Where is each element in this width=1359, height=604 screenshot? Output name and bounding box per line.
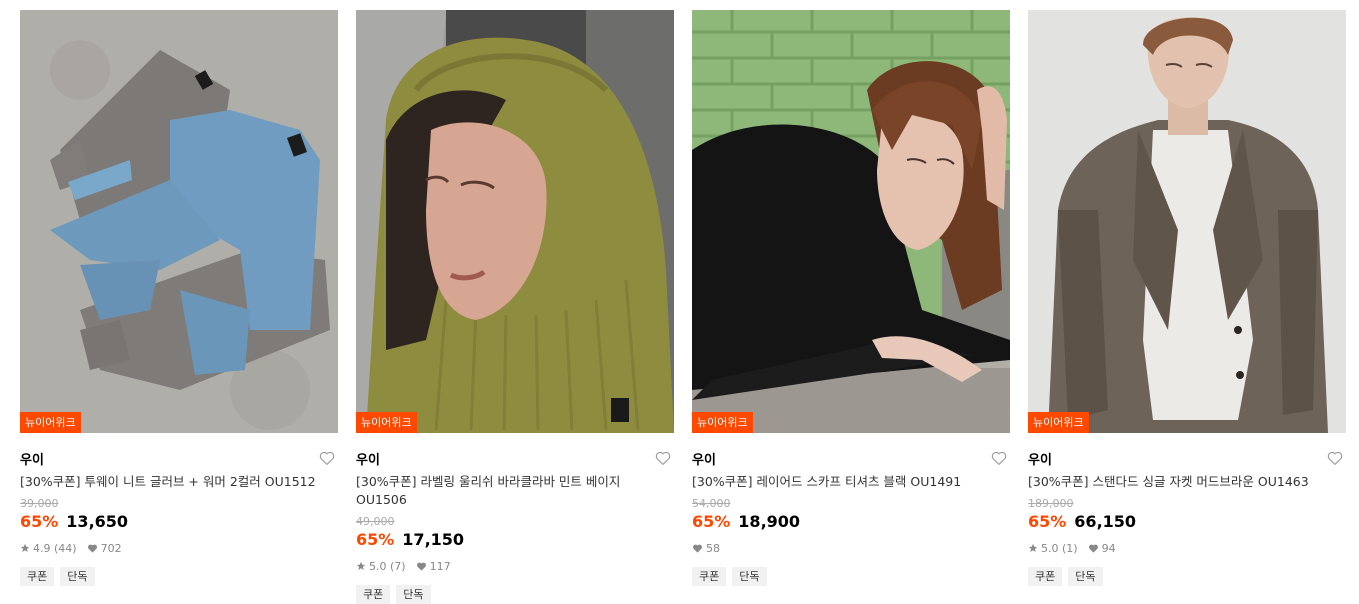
product-card[interactable]: 뉴이어위크 우이 [30%쿠폰] 라벨링 울리쉬 바라클라바 민트 베이지 OU… — [356, 10, 674, 604]
product-title[interactable]: [30%쿠폰] 스탠다드 싱글 자켓 머드브라운 OU1463 — [1028, 473, 1328, 491]
tag-exclusive: 단독 — [1068, 567, 1103, 586]
brand-row: 우이 — [356, 449, 674, 468]
discount-rate: 65% — [692, 512, 731, 531]
product-card[interactable]: 뉴이어위크 우이 [30%쿠폰] 스탠다드 싱글 자켓 머드브라운 OU1463… — [1028, 10, 1346, 604]
tag-coupon: 쿠폰 — [356, 585, 391, 604]
tag-exclusive: 단독 — [396, 585, 431, 604]
sale-price: 18,900 — [738, 512, 801, 531]
tag-exclusive: 단독 — [732, 567, 767, 586]
brand-row: 우이 — [692, 449, 1010, 468]
product-meta: 5.0 (7) 117 — [356, 559, 674, 573]
product-grid: 뉴이어위크 우이 [30%쿠폰] 투웨이 니트 글러브 + 워머 2컬러 OU1… — [20, 10, 1346, 604]
tag-exclusive: 단독 — [60, 567, 95, 586]
sale-price: 17,150 — [402, 530, 465, 549]
heart-outline-icon[interactable] — [318, 449, 336, 467]
sale-price: 66,150 — [1074, 512, 1137, 531]
price-row: 65% 13,650 — [20, 512, 338, 531]
product-title[interactable]: [30%쿠폰] 투웨이 니트 글러브 + 워머 2컬러 OU1512 — [20, 473, 320, 491]
discount-rate: 65% — [20, 512, 59, 531]
like-count: 94 — [1101, 541, 1116, 555]
like-count: 117 — [429, 559, 451, 573]
like-count: 58 — [706, 541, 720, 555]
price-row: 65% 17,150 — [356, 530, 674, 549]
product-image[interactable]: 뉴이어위크 — [692, 10, 1010, 433]
heart-outline-icon[interactable] — [654, 449, 672, 467]
like-count: 702 — [100, 541, 122, 555]
original-price: 189,000 — [1028, 497, 1074, 510]
star-icon — [1028, 543, 1038, 552]
brand-row: 우이 — [1028, 449, 1346, 468]
rating-text: 5.0 (1) — [1041, 541, 1078, 555]
rating-text: 4.9 (44) — [33, 541, 77, 555]
product-title[interactable]: [30%쿠폰] 라벨링 울리쉬 바라클라바 민트 베이지 OU1506 — [356, 473, 656, 509]
price-row: 65% 66,150 — [1028, 512, 1346, 531]
promo-badge: 뉴이어위크 — [356, 412, 417, 433]
promo-badge: 뉴이어위크 — [692, 412, 753, 433]
discount-rate: 65% — [1028, 512, 1067, 531]
tag-list: 쿠폰 단독 — [20, 567, 338, 586]
sale-price: 13,650 — [66, 512, 129, 531]
heart-filled-icon — [87, 544, 97, 553]
product-meta: 5.0 (1) 94 — [1028, 541, 1346, 555]
heart-filled-icon — [416, 562, 426, 571]
brand-name[interactable]: 우이 — [20, 449, 44, 468]
brand-name[interactable]: 우이 — [692, 449, 716, 468]
original-price: 54,000 — [692, 497, 731, 510]
star-icon — [356, 561, 366, 570]
product-meta: 58 — [692, 541, 1010, 555]
tag-list: 쿠폰 단독 — [692, 567, 1010, 586]
heart-filled-icon — [693, 544, 702, 553]
discount-rate: 65% — [356, 530, 395, 549]
heart-outline-icon[interactable] — [1326, 449, 1344, 467]
tag-coupon: 쿠폰 — [20, 567, 55, 586]
product-card[interactable]: 뉴이어위크 우이 [30%쿠폰] 레이어드 스카프 티셔츠 블랙 OU1491 … — [692, 10, 1010, 604]
brand-name[interactable]: 우이 — [1028, 449, 1052, 468]
heart-filled-icon — [1088, 544, 1098, 553]
original-price: 49,000 — [356, 515, 395, 528]
product-image[interactable]: 뉴이어위크 — [356, 10, 674, 433]
product-title[interactable]: [30%쿠폰] 레이어드 스카프 티셔츠 블랙 OU1491 — [692, 473, 992, 491]
tag-coupon: 쿠폰 — [1028, 567, 1063, 586]
tag-list: 쿠폰 단독 — [1028, 567, 1346, 586]
product-image[interactable]: 뉴이어위크 — [20, 10, 338, 433]
tag-coupon: 쿠폰 — [692, 567, 727, 586]
product-meta: 4.9 (44) 702 — [20, 541, 338, 555]
promo-badge: 뉴이어위크 — [1028, 412, 1089, 433]
tag-list: 쿠폰 단독 — [356, 585, 674, 604]
original-price: 39,000 — [20, 497, 59, 510]
star-icon — [20, 543, 30, 552]
rating-text: 5.0 (7) — [369, 559, 406, 573]
promo-badge: 뉴이어위크 — [20, 412, 81, 433]
brand-row: 우이 — [20, 449, 338, 468]
price-row: 65% 18,900 — [692, 512, 1010, 531]
brand-name[interactable]: 우이 — [356, 449, 380, 468]
heart-outline-icon[interactable] — [990, 449, 1008, 467]
product-card[interactable]: 뉴이어위크 우이 [30%쿠폰] 투웨이 니트 글러브 + 워머 2컬러 OU1… — [20, 10, 338, 604]
product-image[interactable]: 뉴이어위크 — [1028, 10, 1346, 433]
